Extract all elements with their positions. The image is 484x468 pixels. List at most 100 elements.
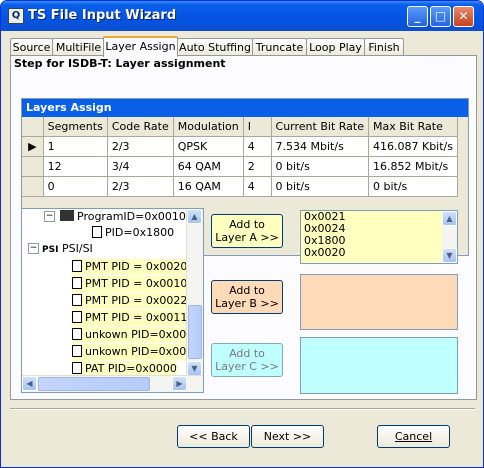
table-row[interactable]: 12 3/4 64 QAM 2 0 bit/s 16.852 Mbit/s [22,156,458,177]
col-modulation[interactable]: Modulation [173,117,244,137]
tree-node-item-label: PMT PID = 0x0011 [85,311,188,324]
tree-vertical-scrollbar[interactable]: ▲ ▼ [186,209,203,376]
add-to-layer-b-button[interactable]: Add to Layer B >> [211,280,283,314]
tab-panel: Step for ISDB-T: Layer assignment Layers… [10,55,477,400]
layer-a-scrollbar[interactable]: ▲ ▼ [442,211,457,263]
tree-node-psi[interactable]: PSI PSI/SI [42,241,93,257]
col-max-bit-rate[interactable]: Max Bit Rate [368,117,458,137]
cancel-button[interactable]: Cancel [377,425,450,448]
tree-node-item[interactable]: PMT PID = 0x0020 [72,259,188,275]
file-icon [72,328,82,340]
add-to-layer-a-line2: Layer A >> [215,231,279,244]
tree-node-item[interactable]: unkown PID=0x0025 [72,344,201,360]
minimize-button[interactable]: _ [407,6,428,27]
vertical-scroll-thumb[interactable] [188,305,202,359]
scroll-down-icon[interactable]: ▼ [187,361,202,376]
cell-i[interactable]: 4 [243,176,272,197]
tab-finish[interactable]: Finish [364,38,404,56]
close-button[interactable]: ✕ [453,6,474,27]
add-to-layer-a-line1: Add to [229,218,265,231]
cell-max-bit-rate: 416.087 Kbit/s [368,136,458,157]
cell-modulation[interactable]: 16 QAM [173,176,244,197]
scroll-up-icon[interactable]: ▲ [442,211,457,226]
row-marker: ▶ [22,136,44,157]
tv-icon [60,210,74,221]
tab-source[interactable]: Source [10,38,53,56]
tab-layer-assign[interactable]: Layer Assign [103,36,178,57]
collapse-psi-icon[interactable]: − [28,243,39,254]
col-code-rate[interactable]: Code Rate [107,117,174,137]
row-header-corner [22,117,44,137]
cell-code-rate[interactable]: 2/3 [107,176,174,197]
collapse-program-icon[interactable]: − [44,211,55,222]
tree-node-item[interactable]: PMT PID = 0x0010 [72,276,188,292]
tree-node-item-label: PAT PID=0x0000 [85,362,177,375]
cell-current-bit-rate: 0 bit/s [271,176,370,197]
cell-current-bit-rate: 0 bit/s [271,156,370,177]
tree-node-item-label: unkown PID=0x0023 [85,328,201,341]
tab-truncate[interactable]: Truncate [252,38,307,56]
add-to-layer-c-button[interactable]: Add to Layer C >> [211,343,283,377]
layer-a-listbox[interactable]: 0x0021 0x0024 0x1800 0x0020 ▲ ▼ [300,210,458,264]
window-title: TS File Input Wizard [28,8,177,23]
cell-segments[interactable]: 1 [43,136,108,157]
scroll-down-icon[interactable]: ▼ [442,248,457,263]
row-marker [22,176,44,197]
tree-node-item-label: PMT PID = 0x0022 [85,294,188,307]
horizontal-scroll-thumb[interactable] [38,377,150,391]
tab-loop-play[interactable]: Loop Play [306,38,365,56]
step-title: Step for ISDB-T: Layer assignment [14,57,226,70]
cell-current-bit-rate: 7.534 Mbit/s [271,136,370,157]
file-icon [72,294,82,306]
add-to-layer-b-line1: Add to [229,284,265,297]
add-to-layer-b-line2: Layer B >> [215,297,279,310]
tree-node-item[interactable]: unkown PID=0x0023 [72,327,201,343]
layer-b-listbox[interactable] [300,274,458,330]
layer-c-listbox[interactable] [300,337,458,394]
scroll-up-icon[interactable]: ▲ [187,209,202,224]
table-row[interactable]: 0 2/3 16 QAM 4 0 bit/s 0 bit/s [22,176,458,197]
cancel-label: Cancel [394,430,433,443]
cell-modulation[interactable]: 64 QAM [173,156,244,177]
layers-table: Segments Code Rate Modulation I Current … [22,117,458,197]
col-i[interactable]: I [243,117,272,137]
psi-icon: PSI [42,243,62,257]
psi-icon-letter: P [42,245,49,255]
tree-node-program[interactable]: ProgramID=0x0010 Pl [60,209,199,225]
pid-tree[interactable]: − ProgramID=0x0010 Pl PID=0x1800 − PSI PS… [21,208,204,393]
tree-node-item[interactable]: PMT PID = 0x0022 [72,293,188,309]
cell-segments[interactable]: 12 [43,156,108,177]
col-segments[interactable]: Segments [43,117,108,137]
tab-auto-stuffing[interactable]: Auto Stuffing [177,38,253,56]
cell-max-bit-rate: 0 bit/s [368,176,458,197]
cell-code-rate[interactable]: 3/4 [107,156,174,177]
cell-i[interactable]: 4 [243,136,272,157]
cell-segments[interactable]: 0 [43,176,108,197]
row-marker [22,156,44,177]
tree-node-program-label: ProgramID=0x0010 Pl [77,210,200,223]
table-row[interactable]: ▶ 1 2/3 QPSK 4 7.534 Mbit/s 416.087 Kbit… [22,136,458,157]
tree-node-pid[interactable]: PID=0x1800 [92,225,174,241]
next-button[interactable]: Next >> [251,425,324,448]
list-item[interactable]: 0x0020 [301,247,457,259]
back-button[interactable]: << Back [177,425,250,448]
file-icon [72,345,82,357]
maximize-button[interactable]: □ [430,6,451,27]
cell-i[interactable]: 2 [243,156,272,177]
tree-node-item[interactable]: PMT PID = 0x0011 [72,310,188,326]
add-to-layer-c-line2: Layer C >> [215,360,279,373]
scroll-left-icon[interactable]: ◀ [22,376,37,391]
tree-node-item-label: PMT PID = 0x0020 [85,260,188,273]
tree-node-item-label: unkown PID=0x0025 [85,345,201,358]
tree-node-item-label: PMT PID = 0x0010 [85,277,188,290]
tree-node-pid-label: PID=0x1800 [105,226,175,239]
cell-code-rate[interactable]: 2/3 [107,136,174,157]
cell-modulation[interactable]: QPSK [173,136,244,157]
add-to-layer-a-button[interactable]: Add to Layer A >> [211,214,283,248]
file-icon [72,311,82,323]
tab-multifile[interactable]: MultiFile [52,38,105,56]
col-current-bit-rate[interactable]: Current Bit Rate [271,117,370,137]
scroll-right-icon[interactable]: ▶ [172,376,187,391]
tree-horizontal-scrollbar[interactable]: ◀ ▶ [22,375,203,392]
file-icon [72,277,82,289]
